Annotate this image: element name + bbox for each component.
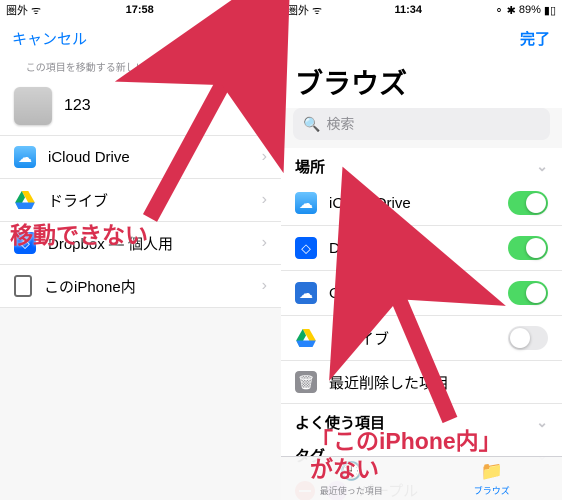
- battery-label: 89%: [519, 4, 541, 16]
- toggle-onedrive[interactable]: [508, 281, 548, 305]
- chevron-icon: ›: [262, 277, 267, 295]
- item-label: ドライブ: [329, 328, 389, 349]
- toggle-icloud[interactable]: [508, 191, 548, 215]
- folder-icon: 📁: [481, 461, 503, 482]
- location-item-gdrive[interactable]: ドライブ ›: [0, 179, 281, 222]
- tab-recent[interactable]: 🕘 最近使った項目: [281, 457, 422, 500]
- item-label: ドライブ: [48, 190, 108, 211]
- status-bar: 圏外ᯤ 11:34 ⚬ ✱89%▮▯: [281, 0, 562, 20]
- carrier-label: 圏外: [6, 2, 28, 18]
- battery-icon: ▮▯: [544, 4, 556, 17]
- phone-right: 圏外ᯤ 11:34 ⚬ ✱89%▮▯ 完了 ブラウズ 🔍 検索 場所 ⌄ ☁︎ …: [281, 0, 562, 500]
- icloud-icon: ☁︎: [14, 146, 36, 168]
- item-label: 最近削除した項目: [329, 372, 449, 393]
- status-bar: 圏外ᯤ 17:58 ⚬ ✱▮▯: [0, 0, 281, 20]
- toggle-dropbox[interactable]: [508, 236, 548, 260]
- section-label: よく使う項目: [295, 412, 385, 433]
- wifi-icon: ᯤ: [312, 3, 322, 18]
- clock: 17:58: [126, 4, 154, 16]
- dropbox-icon: ⬦: [295, 237, 317, 259]
- search-input[interactable]: 🔍 検索: [293, 108, 550, 140]
- folder-icon: [14, 87, 52, 125]
- item-label: iCloud Drive: [329, 195, 411, 212]
- location-row-gdrive: ドライブ: [281, 316, 562, 361]
- gdrive-icon: [295, 327, 317, 349]
- tab-label: 最近使った項目: [320, 484, 383, 497]
- folder-name: 123: [64, 97, 91, 115]
- cancel-button[interactable]: キャンセル: [12, 28, 87, 49]
- trash-icon: 🗑: [295, 371, 317, 393]
- carrier-label: 圏外: [287, 2, 309, 18]
- location-row-onedrive: ☁︎ OneDrive: [281, 271, 562, 316]
- dropbox-icon: ⬦: [14, 232, 36, 254]
- section-label: 場所: [295, 156, 325, 177]
- icloud-icon: ☁︎: [295, 192, 317, 214]
- nav-bar: 完了: [281, 20, 562, 56]
- location-row-dropbox: ⬦ Dropbox: [281, 226, 562, 271]
- location-item-dropbox[interactable]: ⬦ Dropbox — 個人用 ›: [0, 222, 281, 265]
- iphone-icon: [14, 275, 32, 297]
- battery-icon: ▮▯: [263, 4, 275, 17]
- chevron-icon: ›: [262, 191, 267, 209]
- search-placeholder: 検索: [326, 114, 354, 134]
- chevron-icon: ›: [262, 148, 267, 166]
- location-row-trash: 🗑 最近削除した項目: [281, 361, 562, 404]
- item-label: Dropbox — 個人用: [48, 233, 173, 254]
- clock: 11:34: [394, 4, 422, 16]
- done-button[interactable]: 完了: [520, 28, 550, 49]
- move-button[interactable]: 移動: [239, 28, 269, 49]
- nav-bar: キャンセル 移動: [0, 20, 281, 56]
- search-icon: 🔍: [303, 116, 320, 133]
- tab-label: ブラウズ: [474, 484, 510, 497]
- item-label: Dropbox: [329, 240, 386, 257]
- onedrive-icon: ☁︎: [295, 282, 317, 304]
- folder-row: 123: [0, 77, 281, 136]
- clock-icon: 🕘: [340, 461, 362, 482]
- item-label: このiPhone内: [44, 276, 136, 297]
- chevron-down-icon: ⌄: [536, 414, 548, 431]
- location-row-icloud: ☁︎ iCloud Drive: [281, 181, 562, 226]
- bt-icon: ⚬ ✱: [238, 4, 260, 17]
- chevron-icon: ›: [262, 234, 267, 252]
- location-item-iphone[interactable]: このiPhone内 ›: [0, 265, 281, 308]
- wifi-icon: ᯤ: [31, 3, 41, 18]
- location-item-icloud[interactable]: ☁︎ iCloud Drive ›: [0, 136, 281, 179]
- tab-bar: 🕘 最近使った項目 📁 ブラウズ: [281, 456, 562, 500]
- section-header-favorites[interactable]: よく使う項目 ⌄: [281, 404, 562, 437]
- tab-browse[interactable]: 📁 ブラウズ: [422, 457, 562, 500]
- nav-subtitle: この項目を移動する新しい場所を選択してください: [0, 56, 281, 77]
- chevron-down-icon: ⌄: [536, 158, 548, 175]
- page-title: ブラウズ: [281, 56, 562, 108]
- section-header-locations[interactable]: 場所 ⌄: [281, 148, 562, 181]
- bt-icon: ⚬ ✱: [494, 4, 516, 17]
- toggle-gdrive[interactable]: [508, 326, 548, 350]
- item-label: OneDrive: [329, 285, 392, 302]
- gdrive-icon: [14, 189, 36, 211]
- item-label: iCloud Drive: [48, 149, 130, 166]
- phone-left: 圏外ᯤ 17:58 ⚬ ✱▮▯ キャンセル 移動 この項目を移動する新しい場所を…: [0, 0, 281, 500]
